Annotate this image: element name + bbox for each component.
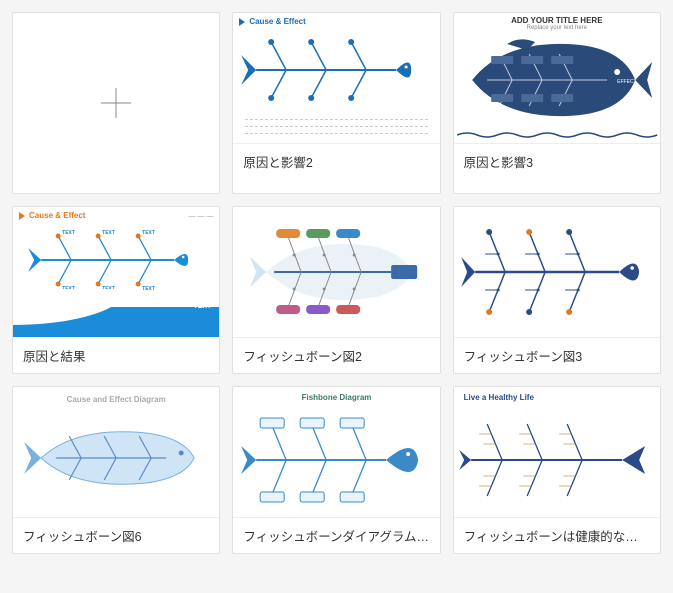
template-card-healthy[interactable]: Live a Healthy Life フィッシュボーンは健康的な生活を送る [453,386,661,554]
header-text: ADD YOUR TITLE HERE [454,16,660,25]
card-label: 原因と結果 [13,337,219,373]
chevron-icon [19,212,25,220]
template-card-fbtpl[interactable]: Fishbone Diagram フィッシュボーンダイアグラムテンプレート [232,386,440,554]
fishbone-icon [13,408,219,508]
thumb-cr: Cause & Effect — — — TEXTTEXTTEXTTEXTTEX… [13,207,219,337]
template-card-blank[interactable] [12,12,220,194]
card-label: フィッシュボーンダイアグラムテンプレート [233,517,439,553]
card-label: 原因と影響2 [233,143,439,179]
thumb-text-lines [233,115,439,134]
wave-decoration [454,131,660,139]
thumb-healthy: Live a Healthy Life [454,387,660,517]
card-label: フィッシュボーンは健康的な生活を送る [454,517,660,553]
header-sub: Replace your text here [454,25,660,31]
thumb-header: Cause & Effect [233,13,439,30]
template-card-fb2[interactable]: フィッシュボーン図2 [232,206,440,374]
thumb-header: Cause and Effect Diagram [13,387,219,408]
header-subtext: — — — [188,213,213,220]
fishbone-icon: TEXTTEXTTEXTTEXTTEXTTEXT [13,224,219,296]
blank-thumb [13,13,219,193]
thumb-header: ADD YOUR TITLE HERE Replace your text he… [454,13,660,32]
fishbone-icon [233,207,439,337]
thumb-fb2 [233,207,439,337]
effect-label: EFFECT [617,79,636,85]
card-label: 原因と影響3 [454,143,660,179]
thumb-ce3: ADD YOUR TITLE HERE Replace your text he… [454,13,660,143]
card-label: フィッシュボーン図3 [454,337,660,373]
template-card-fb6[interactable]: Cause and Effect Diagram フィッシュボーン図6 [12,386,220,554]
thumb-fbtpl: Fishbone Diagram [233,387,439,517]
template-card-ce3[interactable]: ADD YOUR TITLE HERE Replace your text he… [453,12,661,194]
plus-icon [13,13,219,193]
template-grid: Cause & Effect 原因と影響2 [12,12,661,554]
fishbone-icon [454,207,660,337]
header-text: Cause & Effect [249,17,305,26]
fishbone-icon [454,408,660,508]
thumb-header: Fishbone Diagram [233,387,439,406]
thumb-ce2: Cause & Effect [233,13,439,143]
header-text: Cause & Effect [29,211,85,220]
svg-text:TEXT: TEXT [142,230,155,236]
thumb-fb3 [454,207,660,337]
thumb-header: Live a Healthy Life [454,387,660,408]
card-label: フィッシュボーン図6 [13,517,219,553]
template-card-cr[interactable]: Cause & Effect — — — TEXTTEXTTEXTTEXTTEX… [12,206,220,374]
chevron-icon [239,18,245,26]
fishbone-icon [233,30,439,110]
template-card-ce2[interactable]: Cause & Effect 原因と影響2 [232,12,440,194]
thumb-fb6: Cause and Effect Diagram [13,387,219,517]
svg-text:TEXT: TEXT [62,230,75,236]
template-card-fb3[interactable]: フィッシュボーン図3 [453,206,661,374]
side-text: TEXT [193,303,211,310]
wave-bg: TEXT [13,307,219,337]
fishbone-icon [233,406,439,511]
card-label: フィッシュボーン図2 [233,337,439,373]
svg-text:TEXT: TEXT [142,286,155,292]
svg-text:TEXT: TEXT [102,230,115,236]
fish-shape-icon: EFFECT [454,32,660,127]
